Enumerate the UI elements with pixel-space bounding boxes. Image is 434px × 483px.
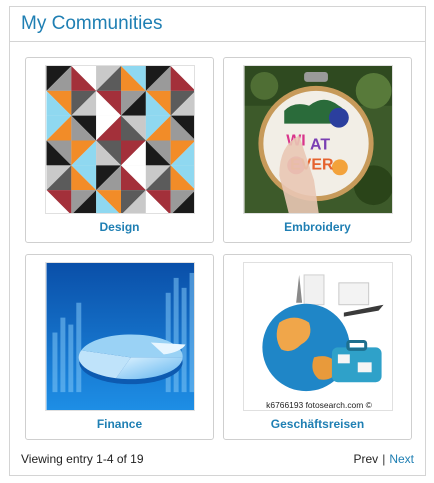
- svg-text:AT: AT: [310, 136, 330, 153]
- community-card-design[interactable]: Design: [25, 57, 214, 243]
- community-name[interactable]: Geschäftsreisen: [224, 417, 411, 431]
- prev-link[interactable]: Prev: [354, 452, 379, 466]
- finance-chart-image: [46, 263, 194, 410]
- pager-separator: |: [382, 452, 386, 466]
- geometric-pattern-image: [46, 66, 194, 213]
- my-communities-widget: My Communities Design AT EVER Embroidery…: [9, 6, 426, 476]
- watermark-text: k6766193 fotosearch.com ©: [266, 400, 372, 410]
- travel-globe-image: k6766193 fotosearch.com ©: [244, 263, 392, 410]
- geschaeftsreisen-thumbnail[interactable]: k6766193 fotosearch.com ©: [243, 262, 393, 411]
- entry-count: Viewing entry 1-4 of 19: [21, 452, 144, 466]
- community-name[interactable]: Finance: [26, 417, 213, 431]
- community-name[interactable]: Embroidery: [224, 220, 411, 234]
- community-card-geschaeftsreisen[interactable]: k6766193 fotosearch.com © Geschäftsreise…: [223, 254, 412, 440]
- community-grid: Design WI AT EVER: [25, 57, 412, 442]
- finance-thumbnail[interactable]: [45, 262, 195, 411]
- next-link[interactable]: Next: [389, 452, 414, 466]
- community-card-finance[interactable]: Finance: [25, 254, 214, 440]
- embroidery-thumbnail[interactable]: WI AT EVER: [243, 65, 393, 214]
- widget-title: My Communities: [21, 13, 163, 34]
- embroidery-hoop-image: WI AT EVER: [244, 66, 392, 213]
- pager: Prev | Next: [354, 452, 415, 466]
- widget-footer: Viewing entry 1-4 of 19 Prev | Next: [21, 452, 414, 470]
- community-name[interactable]: Design: [26, 220, 213, 234]
- community-card-embroidery[interactable]: WI AT EVER Embroidery: [223, 57, 412, 243]
- widget-header: My Communities: [10, 7, 425, 42]
- design-thumbnail[interactable]: [45, 65, 195, 214]
